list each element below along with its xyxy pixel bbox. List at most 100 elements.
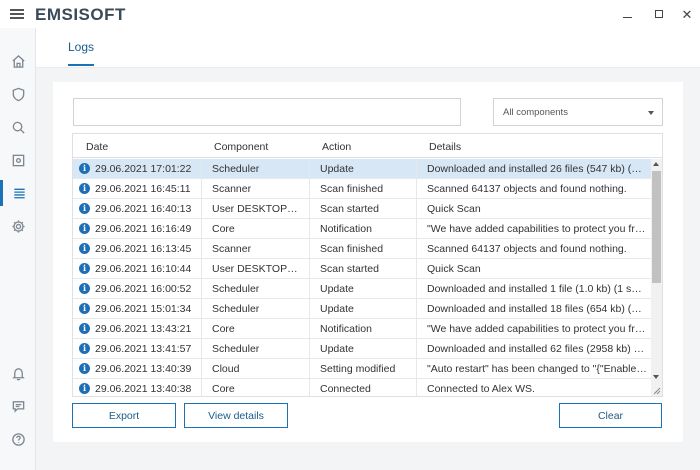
- table-header: Date Component Action Details: [73, 134, 662, 158]
- search-input[interactable]: [73, 98, 461, 126]
- cell-action: Notification: [320, 323, 372, 335]
- sidebar-item-scan[interactable]: [0, 114, 36, 140]
- chat-icon: [12, 400, 24, 413]
- cell-action: Update: [320, 283, 354, 295]
- column-header-date[interactable]: Date: [86, 141, 108, 153]
- cell-component: Cloud: [212, 363, 240, 375]
- table-row[interactable]: i 29.06.2021 15:01:34 Scheduler Update Downl…: [73, 299, 651, 319]
- table-row[interactable]: i 29.06.2021 13:43:21 Core Notification "We …: [73, 319, 651, 339]
- quarantine-icon: [12, 154, 24, 166]
- table-body: i 29.06.2021 17:01:22 Scheduler Update Downl…: [73, 159, 651, 396]
- resize-grip-icon: [653, 387, 661, 395]
- info-icon: i: [79, 343, 90, 354]
- table-row[interactable]: i 29.06.2021 13:40:39 Cloud Setting modifie…: [73, 359, 651, 379]
- scroll-thumb[interactable]: [652, 171, 661, 283]
- shield-icon: [12, 87, 24, 101]
- cell-details: Quick Scan: [427, 203, 481, 215]
- cell-date: 29.06.2021 16:16:49: [95, 223, 192, 235]
- app-logo: EMSISOFT: [35, 5, 126, 24]
- table-row[interactable]: i 29.06.2021 16:00:52 Scheduler Update Downl…: [73, 279, 651, 299]
- column-divider: [201, 159, 202, 179]
- cell-date: 29.06.2021 16:40:13: [95, 203, 192, 215]
- column-divider: [309, 299, 310, 319]
- sidebar-item-feedback[interactable]: [0, 393, 36, 419]
- table-row[interactable]: i 29.06.2021 16:16:49 Core Notification "We …: [73, 219, 651, 239]
- column-divider: [309, 359, 310, 379]
- info-icon: i: [79, 243, 90, 254]
- column-header-details[interactable]: Details: [429, 141, 461, 153]
- maximize-button[interactable]: [644, 0, 674, 28]
- sidebar-item-quarantine[interactable]: [0, 147, 36, 173]
- logs-icon: [14, 188, 25, 198]
- cell-action: Scan finished: [320, 183, 384, 195]
- info-icon: i: [79, 163, 90, 174]
- column-divider: [201, 339, 202, 359]
- cell-component: User DESKTOP-DP...: [212, 203, 300, 215]
- column-header-action[interactable]: Action: [322, 141, 351, 153]
- cell-component: Scanner: [212, 183, 252, 195]
- logs-table: Date Component Action Details i 29.06.202…: [72, 133, 663, 397]
- cell-date: 29.06.2021 13:41:57: [95, 343, 192, 355]
- close-button[interactable]: ✕: [672, 0, 700, 28]
- sidebar-item-protection[interactable]: [0, 81, 36, 107]
- cell-date: 29.06.2021 16:00:52: [95, 283, 192, 295]
- column-header-component[interactable]: Component: [214, 141, 268, 153]
- export-button[interactable]: Export: [72, 403, 176, 428]
- cell-details: Downloaded and installed 62 files (2958 …: [427, 343, 647, 355]
- cell-details: Downloaded and installed 18 files (654 k…: [427, 303, 647, 315]
- info-icon: i: [79, 183, 90, 194]
- component-filter-value: All components: [503, 106, 568, 118]
- column-divider: [201, 179, 202, 199]
- component-filter-dropdown[interactable]: All components: [493, 98, 663, 126]
- info-icon: i: [79, 323, 90, 334]
- scroll-up-arrow-icon[interactable]: [653, 162, 659, 166]
- view-details-button[interactable]: View details: [184, 403, 288, 428]
- gear-icon: [11, 219, 25, 233]
- info-icon: i: [79, 383, 90, 394]
- close-icon: ✕: [681, 6, 693, 22]
- column-divider: [309, 279, 310, 299]
- column-divider: [416, 279, 417, 299]
- cell-details: Downloaded and installed 1 file (1.0 kb)…: [427, 283, 647, 295]
- minimize-icon: [622, 16, 632, 18]
- info-icon: i: [79, 263, 90, 274]
- sidebar-item-help[interactable]: [0, 426, 36, 452]
- cell-component: Scheduler: [212, 303, 260, 315]
- cell-date: 29.06.2021 16:45:11: [95, 183, 191, 195]
- table-row[interactable]: i 29.06.2021 16:45:11 Scanner Scan finished…: [73, 179, 651, 199]
- cell-component: Scheduler: [212, 343, 260, 355]
- cell-component: Core: [212, 223, 235, 235]
- cell-date: 29.06.2021 13:43:21: [95, 323, 192, 335]
- table-row[interactable]: i 29.06.2021 16:13:45 Scanner Scan finished…: [73, 239, 651, 259]
- table-row[interactable]: i 29.06.2021 13:40:38 Core Connected Connect…: [73, 379, 651, 396]
- minimize-button[interactable]: [612, 0, 642, 28]
- sidebar: [0, 28, 36, 470]
- hamburger-menu-icon[interactable]: [10, 9, 24, 19]
- sidebar-item-home[interactable]: [0, 48, 36, 74]
- table-row[interactable]: i 29.06.2021 16:40:13 User DESKTOP-DP... Sc…: [73, 199, 651, 219]
- column-divider: [416, 239, 417, 259]
- scroll-down-arrow-icon[interactable]: [653, 375, 659, 379]
- tab-logs[interactable]: Logs: [68, 40, 95, 66]
- table-scrollbar[interactable]: [651, 159, 662, 396]
- cell-details: "Auto restart" has been changed to "{"En…: [427, 363, 647, 375]
- sidebar-item-settings[interactable]: [0, 213, 36, 239]
- sidebar-item-logs[interactable]: [0, 180, 36, 206]
- sidebar-item-notifications[interactable]: [0, 360, 36, 386]
- column-divider: [416, 219, 417, 239]
- column-divider: [201, 199, 202, 219]
- cell-details: Scanned 64137 objects and found nothing.: [427, 183, 627, 195]
- cell-component: Scanner: [212, 243, 252, 255]
- cell-date: 29.06.2021 13:40:39: [95, 363, 192, 375]
- clear-button[interactable]: Clear: [559, 403, 662, 428]
- table-row[interactable]: i 29.06.2021 13:41:57 Scheduler Update Downl…: [73, 339, 651, 359]
- table-row[interactable]: i 29.06.2021 17:01:22 Scheduler Update Downl…: [73, 159, 651, 179]
- column-divider: [309, 319, 310, 339]
- title-bar: EMSISOFT ✕: [0, 0, 700, 28]
- chevron-down-icon: [648, 111, 654, 115]
- cell-details: Scanned 64137 objects and found nothing.: [427, 243, 627, 255]
- cell-details: "We have added capabilities to protect y…: [427, 323, 647, 335]
- cell-details: Connected to Alex WS.: [427, 383, 535, 395]
- table-row[interactable]: i 29.06.2021 16:10:44 User DESKTOP-DP... Sc…: [73, 259, 651, 279]
- search-icon: [12, 121, 25, 134]
